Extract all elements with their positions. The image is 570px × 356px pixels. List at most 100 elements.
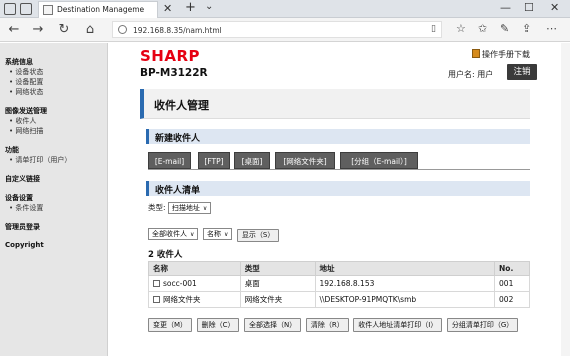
tab-list-chevron-icon[interactable]: ⌄: [205, 1, 213, 12]
sidebar-heading-device-settings[interactable]: 设备设置: [5, 193, 107, 203]
recipient-filter-value: 全部收件人: [152, 230, 187, 238]
column-header-no: No.: [494, 261, 530, 276]
print-address-list-button[interactable]: 收件人地址清单打印（I）: [353, 318, 443, 332]
column-header-type: 类型: [239, 261, 316, 276]
type-label: 类型:: [148, 203, 166, 212]
new-tab-icon[interactable]: +: [185, 0, 196, 15]
sidebar-heading-system-info[interactable]: 系统信息: [5, 57, 107, 67]
select-all-button[interactable]: 全部选择（N）: [244, 318, 302, 332]
browser-tab[interactable]: Destination Manageme: [38, 1, 158, 18]
minimize-icon[interactable]: —: [500, 1, 511, 14]
close-tab-icon[interactable]: ✕: [163, 2, 172, 15]
sort-value: 名称: [206, 230, 221, 238]
back-arrow-icon[interactable]: ←: [6, 22, 22, 37]
chevron-down-icon: ∨: [190, 231, 195, 238]
tab-ftp[interactable]: [FTP]: [198, 152, 230, 169]
sharp-logo: SHARP: [140, 47, 201, 65]
cell-name[interactable]: 网络文件夹: [148, 291, 241, 308]
sidebar-item-network-status[interactable]: 网络状态: [5, 87, 107, 97]
show-button[interactable]: 显示（S）: [236, 228, 280, 242]
pen-notes-icon[interactable]: ✎: [500, 22, 509, 35]
sidebar-heading-copyright[interactable]: Copyright: [5, 241, 107, 249]
type-select[interactable]: 扫描地址 ∨: [167, 202, 212, 214]
tab-email[interactable]: [E-mail]: [148, 152, 191, 169]
cell-name[interactable]: socc-001: [148, 275, 241, 292]
new-recipient-section-header: 新建收件人: [146, 129, 530, 144]
cell-no: 001: [494, 275, 530, 292]
tab-group-email[interactable]: [分组（E-mail）]: [340, 152, 418, 169]
recipient-filter-select[interactable]: 全部收件人 ∨: [148, 228, 199, 240]
recipient-list-section-header: 收件人清单: [146, 181, 530, 196]
delete-button[interactable]: 删除（C）: [196, 318, 240, 332]
change-button[interactable]: 变更（M）: [148, 318, 193, 332]
sidebar-heading-functions[interactable]: 功能: [5, 145, 107, 155]
sidebar-heading-admin-login[interactable]: 管理员登录: [5, 222, 107, 232]
sidebar-heading-custom-links[interactable]: 自定义链接: [5, 174, 107, 184]
sort-select[interactable]: 名称 ∨: [202, 228, 233, 240]
home-icon[interactable]: ⌂: [82, 22, 98, 37]
tab-preview-icon[interactable]: [20, 3, 32, 15]
tabs-underline: [148, 169, 530, 170]
column-header-address: 地址: [314, 261, 496, 276]
site-info-icon[interactable]: [118, 25, 127, 34]
recipient-name[interactable]: socc-001: [163, 279, 197, 288]
cell-address: 192.168.8.153: [314, 275, 496, 292]
tab-actions-icon[interactable]: [4, 3, 16, 15]
chevron-down-icon: ∨: [223, 231, 229, 238]
cell-type: 桌面: [239, 275, 316, 292]
device-model: BP-M3122R: [140, 67, 208, 79]
vertical-scrollbar[interactable]: [561, 43, 570, 356]
row-checkbox[interactable]: [153, 296, 160, 303]
sidebar-item-print[interactable]: 请单打印（用户）: [5, 155, 107, 165]
table-header-row: 名称 类型 地址 No.: [148, 261, 530, 276]
forward-arrow-icon[interactable]: →: [30, 22, 46, 37]
refresh-icon[interactable]: ↻: [56, 22, 72, 37]
chevron-down-icon: ∨: [202, 205, 208, 212]
book-icon: [472, 49, 480, 58]
tab-network-folder[interactable]: [网络文件夹]: [275, 152, 335, 169]
sidebar-heading-image-send[interactable]: 图像发送管理: [5, 106, 107, 116]
manual-download-link[interactable]: 操作手册下载: [472, 49, 530, 60]
page-favicon-icon: [43, 5, 53, 15]
tab-desktop[interactable]: [桌面]: [234, 152, 270, 169]
cell-type: 网络文件夹: [239, 291, 316, 308]
page-title: 收件人管理: [154, 99, 209, 112]
table-row[interactable]: socc-001 桌面 192.168.8.153 001: [148, 275, 530, 292]
table-row[interactable]: 网络文件夹 网络文件夹 \\DESKTOP-91PMQTK\smb 002: [148, 291, 530, 308]
sidebar: 系统信息 设备状态 设备配置 网络状态 图像发送管理 收件人 网络扫描 功能 请…: [0, 43, 108, 356]
sidebar-item-device-config[interactable]: 设备配置: [5, 77, 107, 87]
reading-view-icon[interactable]: ▯: [431, 24, 436, 34]
action-buttons: 变更（M） 删除（C） 全部选择（N） 清除（R） 收件人地址清单打印（I） 分…: [148, 318, 520, 332]
logout-button[interactable]: 注销: [507, 64, 537, 80]
window-close-icon[interactable]: ✕: [550, 1, 559, 14]
sidebar-item-device-status[interactable]: 设备状态: [5, 67, 107, 77]
cell-address: \\DESKTOP-91PMQTK\smb: [314, 291, 496, 308]
type-select-value: 扫描地址: [171, 204, 200, 212]
manual-download-label[interactable]: 操作手册下载: [482, 50, 530, 59]
recipient-name[interactable]: 网络文件夹: [163, 295, 201, 304]
row-checkbox[interactable]: [153, 280, 160, 287]
clear-button[interactable]: 清除（R）: [305, 318, 349, 332]
recipient-table: 名称 类型 地址 No. socc-001 桌面 192.168.8.153 0…: [148, 261, 530, 308]
address-bar[interactable]: 192.168.8.35/nam.html ▯: [112, 21, 442, 38]
sidebar-item-network-scan[interactable]: 网络扫描: [5, 126, 107, 136]
tab-title: Destination Manageme: [57, 5, 145, 14]
favorite-star-icon[interactable]: ☆: [456, 22, 466, 35]
recipient-list-title: 收件人清单: [155, 186, 201, 196]
url-text[interactable]: 192.168.8.35/nam.html: [133, 26, 222, 35]
share-icon[interactable]: ⇪: [522, 22, 531, 35]
recipient-count: 2 收件人: [148, 250, 183, 260]
user-name-label: 用户名: 用户: [448, 70, 494, 79]
sidebar-item-condition-settings[interactable]: 条件设置: [5, 203, 107, 213]
maximize-icon[interactable]: ☐: [524, 1, 534, 14]
page-title-bar: 收件人管理: [140, 89, 530, 119]
favorites-list-icon[interactable]: ✩: [478, 22, 487, 35]
browser-nav-bar: ← → ↻ ⌂ 192.168.8.35/nam.html ▯ ☆ ✩ ✎ ⇪ …: [0, 18, 570, 42]
column-header-name: 名称: [148, 261, 241, 276]
print-group-list-button[interactable]: 分组清单打印（G）: [446, 318, 519, 332]
new-recipient-title: 新建收件人: [155, 134, 201, 144]
more-menu-icon[interactable]: ⋯: [546, 22, 557, 35]
browser-tab-bar: Destination Manageme ✕ + ⌄ — ☐ ✕: [0, 0, 570, 18]
filter-controls: 全部收件人 ∨ 名称 ∨ 显示（S）: [148, 228, 281, 242]
sidebar-item-recipients[interactable]: 收件人: [5, 116, 107, 126]
